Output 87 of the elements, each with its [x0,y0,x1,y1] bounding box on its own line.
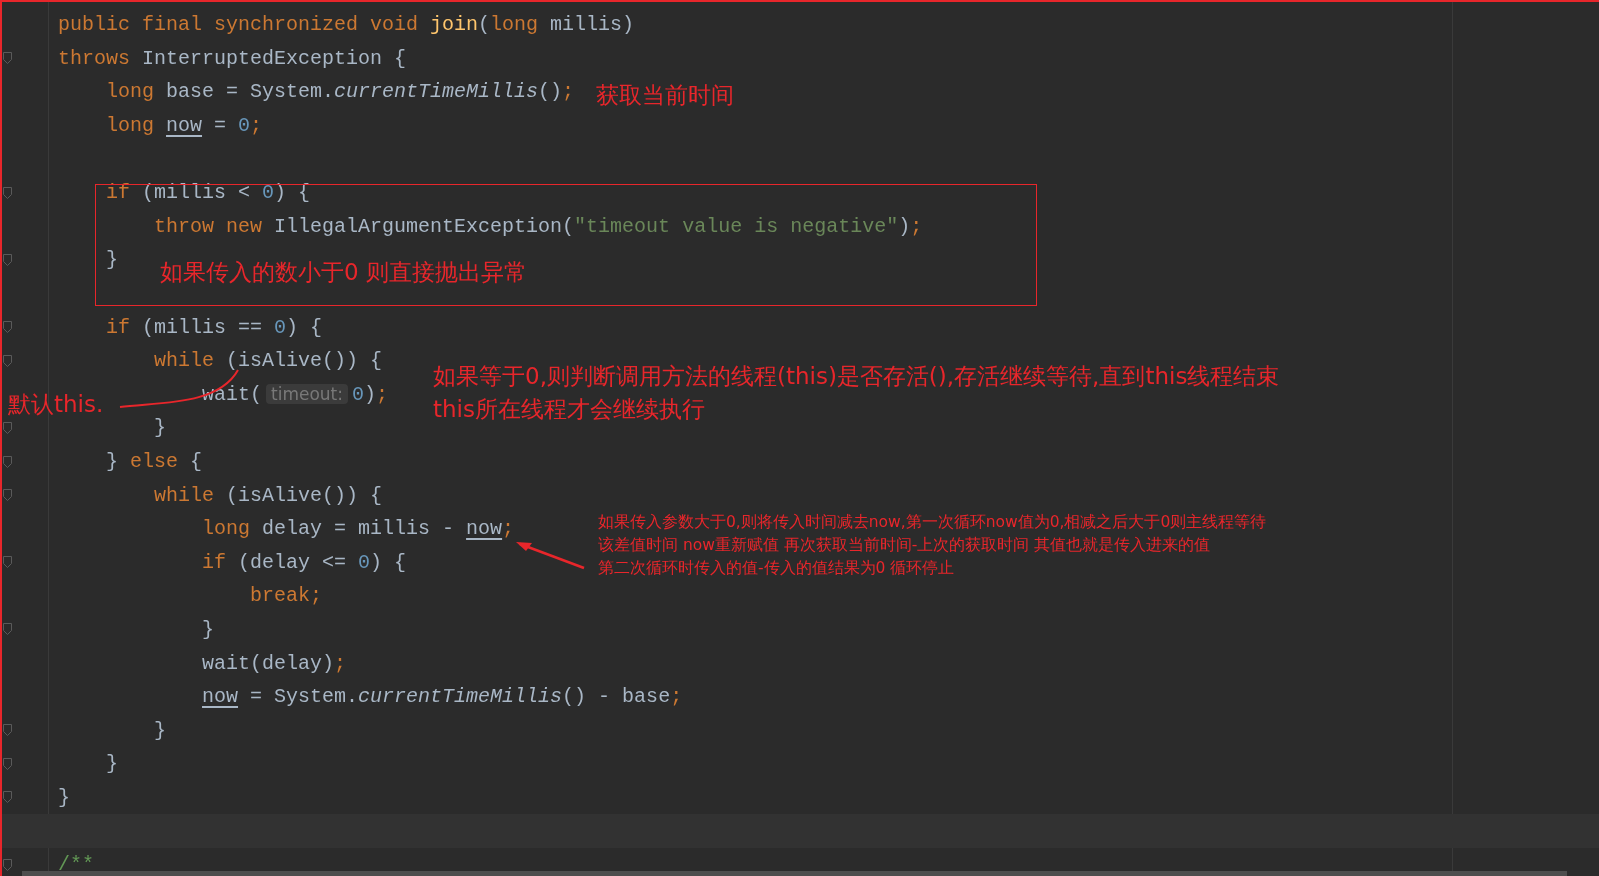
code-token: else [130,450,180,473]
code-token: ; [502,517,515,541]
code-token: base = System. [166,80,335,104]
code-token: now [202,685,239,709]
fold-icon[interactable] [3,321,12,334]
annotation: 如果传入的数小于0 则直接抛出异常 [160,258,527,287]
code-token: ; [562,80,575,104]
annotation: 默认this. [8,390,104,419]
code-token: throw new [154,214,264,238]
annotation: this所在线程才会继续执行 [433,395,706,424]
code-token: } [202,618,215,641]
code-token: (delay <= [238,550,348,574]
code-token: currentTimeMillis [334,80,539,104]
code-token: ) [364,382,377,406]
code-token: ; [910,214,923,238]
code-token: ; [376,382,389,406]
code-token: ) [898,214,911,238]
code-token: 0 [352,382,365,406]
code-token: ; [250,114,263,138]
code-token: if [106,315,131,339]
fold-icon[interactable] [3,253,12,266]
code-token: } [58,785,70,809]
code-token: 0 [238,114,251,138]
code-token: ( [478,13,491,37]
code-token: (millis < [142,181,252,205]
code-token: = [213,114,228,138]
code-token: } [154,718,167,742]
code-token: = System. [249,685,359,709]
code-token: } [106,752,118,776]
code-token: now [166,114,203,138]
code-token: long [202,517,252,541]
fold-icon[interactable] [3,354,12,367]
fold-icon[interactable] [3,489,12,502]
fold-icon[interactable] [3,455,12,468]
annotation: 如果传入参数大于0,则将传入时间减去now,第一次循环now值为0,相减之后大于0则主线程等待 [598,512,1267,533]
code-token: long [490,13,540,37]
code-token: ) { [286,315,323,339]
code-token: while [154,349,216,373]
code-token: (isAlive()) { [226,483,383,507]
code-token: 0 [262,181,275,205]
code-token: "timeout value is negative" [574,214,899,238]
code-token: } [106,450,119,473]
code-token: join [430,13,479,37]
code-token: ; [670,685,683,709]
code-token: ) { [370,550,407,574]
arrow-icon [514,539,586,571]
code-token: public final synchronized void [58,13,420,37]
annotation: 如果等于0,则判断调用方法的线程(this)是否存活(),存活继续等待,直到this线程结束 [433,362,1280,391]
code-token: 0 [274,315,287,339]
annotation: 该差值时间 now重新赋值 再次获取当前时间-上次的获取时间 其值也就是传入进来的值 [598,535,1212,556]
code-token: while [154,483,216,507]
code-token: wait(delay) [202,651,335,675]
code-token: } [154,416,167,440]
code-token: 0 [358,550,371,574]
code-token: (millis == [142,315,264,339]
code-token: IllegalArgumentException( [274,214,575,238]
code-token: long [106,114,155,138]
code-token: long [106,80,155,104]
parameter-hint: timeout: [266,384,348,405]
fold-icon[interactable] [3,757,12,770]
fold-icon[interactable] [3,421,12,434]
code-token: /** [58,853,94,876]
horizontal-scrollbar[interactable] [22,871,1567,876]
code-token: wait( [202,382,263,406]
code-token: ; [334,651,347,675]
fold-icon[interactable] [3,724,12,737]
code-token: currentTimeMillis [358,685,563,709]
annotation: 获取当前时间 [596,81,734,110]
code-token: { [190,450,203,473]
fold-icon[interactable] [3,52,12,65]
fold-icon[interactable] [3,556,12,569]
fold-icon[interactable] [3,858,12,871]
code-token: now [466,517,503,541]
fold-icon[interactable] [3,186,12,199]
code-token: delay = millis - [262,517,456,541]
code-token: InterruptedException { [142,46,407,70]
code-token: break; [250,584,323,608]
code-token: (isAlive()) { [226,349,383,373]
code-token: if [202,550,228,574]
code-token: throws [58,46,131,70]
code-token: () - base [562,685,671,709]
code-token: } [106,248,118,272]
fold-icon[interactable] [3,623,12,636]
code-token: () [538,80,563,104]
code-token: millis) [550,13,635,37]
annotation: 第二次循环时传入的值-传入的值结果为0 循环停止 [598,558,956,579]
fold-icon[interactable] [3,791,12,804]
